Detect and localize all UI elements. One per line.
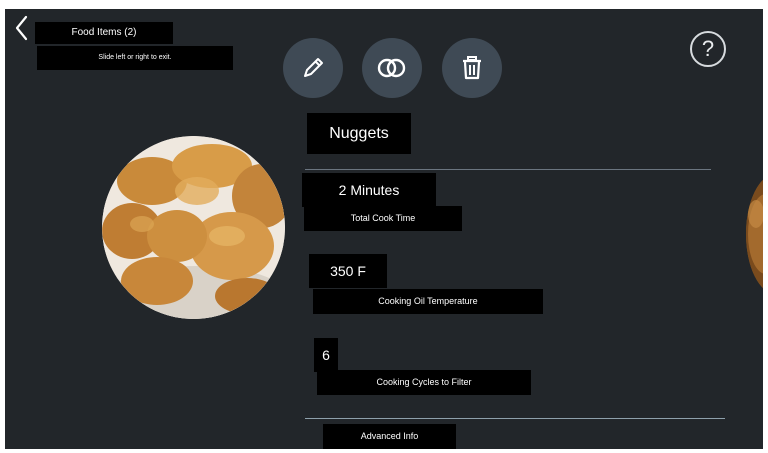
help-button[interactable]: ? <box>690 31 726 67</box>
filter-cycles-value[interactable]: 6 <box>314 338 338 372</box>
food-name[interactable]: Nuggets <box>307 113 411 154</box>
pencil-icon <box>304 58 323 77</box>
recipe-detail-screen: Food Items (2) Slide left or right to ex… <box>5 9 763 449</box>
cook-time-value[interactable]: 2 Minutes <box>302 173 436 207</box>
advanced-info-button[interactable]: Advanced Info <box>323 424 456 449</box>
next-item-photo[interactable] <box>746 174 763 294</box>
trash-icon <box>463 56 481 80</box>
overlapping-circles-icon <box>377 58 406 78</box>
edit-button[interactable] <box>283 38 343 98</box>
filter-cycles-label: Cooking Cycles to Filter <box>317 370 531 395</box>
food-photo <box>102 136 285 319</box>
divider <box>305 169 711 170</box>
back-button[interactable] <box>9 13 35 43</box>
oil-temperature-label: Cooking Oil Temperature <box>313 289 543 314</box>
exit-hint: Slide left or right to exit. <box>37 46 233 70</box>
oil-temperature-value[interactable]: 350 F <box>309 254 387 288</box>
divider <box>305 418 725 419</box>
chevron-left-icon <box>15 15 28 41</box>
page-title: Food Items (2) <box>35 22 173 44</box>
compare-button[interactable] <box>362 38 422 98</box>
delete-button[interactable] <box>442 38 502 98</box>
cook-time-label: Total Cook Time <box>304 206 462 231</box>
